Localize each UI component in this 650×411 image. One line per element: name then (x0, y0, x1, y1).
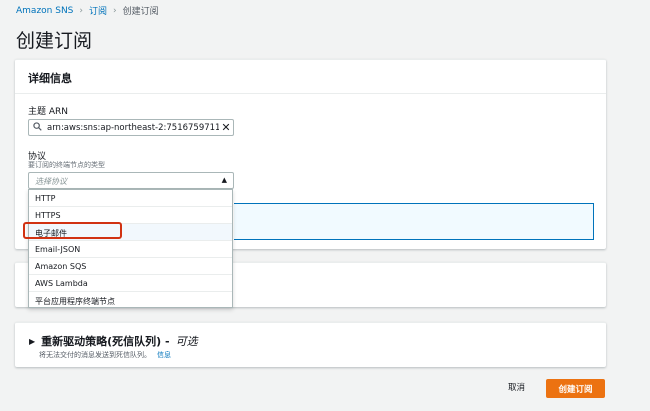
caret-up-icon: ▲ (221, 176, 227, 184)
topic-arn-label: 主题 ARN (28, 107, 69, 117)
protocol-option[interactable]: 平台应用程序终端节点 (29, 292, 232, 309)
info-link[interactable]: 信息 (157, 351, 171, 359)
cancel-button[interactable]: 取消 (508, 381, 525, 393)
protocol-placeholder: 选择协议 (35, 177, 67, 186)
protocol-option[interactable]: HTTP (29, 190, 232, 207)
details-header: 详细信息 (15, 60, 606, 94)
protocol-description: 要订阅的终端节点的类型 (28, 161, 105, 169)
topic-arn-value: arn:aws:sns:ap-northeast-2:751675971169: (47, 122, 219, 133)
highlight-box (23, 222, 122, 239)
page-title: 创建订阅 (16, 30, 93, 52)
create-subscription-button[interactable]: 创建订阅 (546, 379, 605, 398)
protocol-dropdown: HTTP HTTPS 电子邮件 Email-JSON Amazon SQS AW… (28, 189, 233, 308)
protocol-option[interactable]: Email-JSON (29, 241, 232, 258)
chevron-right-icon: › (113, 5, 117, 16)
redrive-desc-text: 将无法交付的消息发送到死信队列。 (39, 351, 151, 359)
breadcrumb-subscriptions[interactable]: 订阅 (89, 4, 107, 17)
chevron-right-icon: › (79, 5, 84, 16)
topic-arn-input[interactable]: arn:aws:sns:ap-northeast-2:751675971169:… (28, 119, 234, 136)
protocol-option[interactable]: Amazon SQS (29, 258, 232, 275)
redrive-optional: 可选 (175, 335, 198, 348)
redrive-title-text: 重新驱动策略(死信队列) - (41, 335, 170, 348)
info-box (234, 203, 594, 240)
protocol-select[interactable]: 选择协议 ▲ (28, 172, 234, 189)
breadcrumb: Amazon SNS › 订阅 › 创建订阅 (16, 4, 159, 18)
search-icon (33, 121, 45, 134)
redrive-title[interactable]: ▶ 重新驱动策略(死信队列) - 可选 (29, 333, 198, 349)
protocol-option[interactable]: AWS Lambda (29, 275, 232, 292)
clear-icon[interactable]: ✕ (219, 121, 233, 134)
breadcrumb-sns[interactable]: Amazon SNS (16, 6, 73, 16)
redrive-panel[interactable]: ▶ 重新驱动策略(死信队列) - 可选 将无法交付的消息发送到死信队列。 信息 (15, 322, 606, 367)
caret-right-icon: ▶ (29, 336, 36, 346)
redrive-desc: 将无法交付的消息发送到死信队列。 信息 (39, 350, 171, 360)
breadcrumb-current: 创建订阅 (122, 7, 159, 17)
